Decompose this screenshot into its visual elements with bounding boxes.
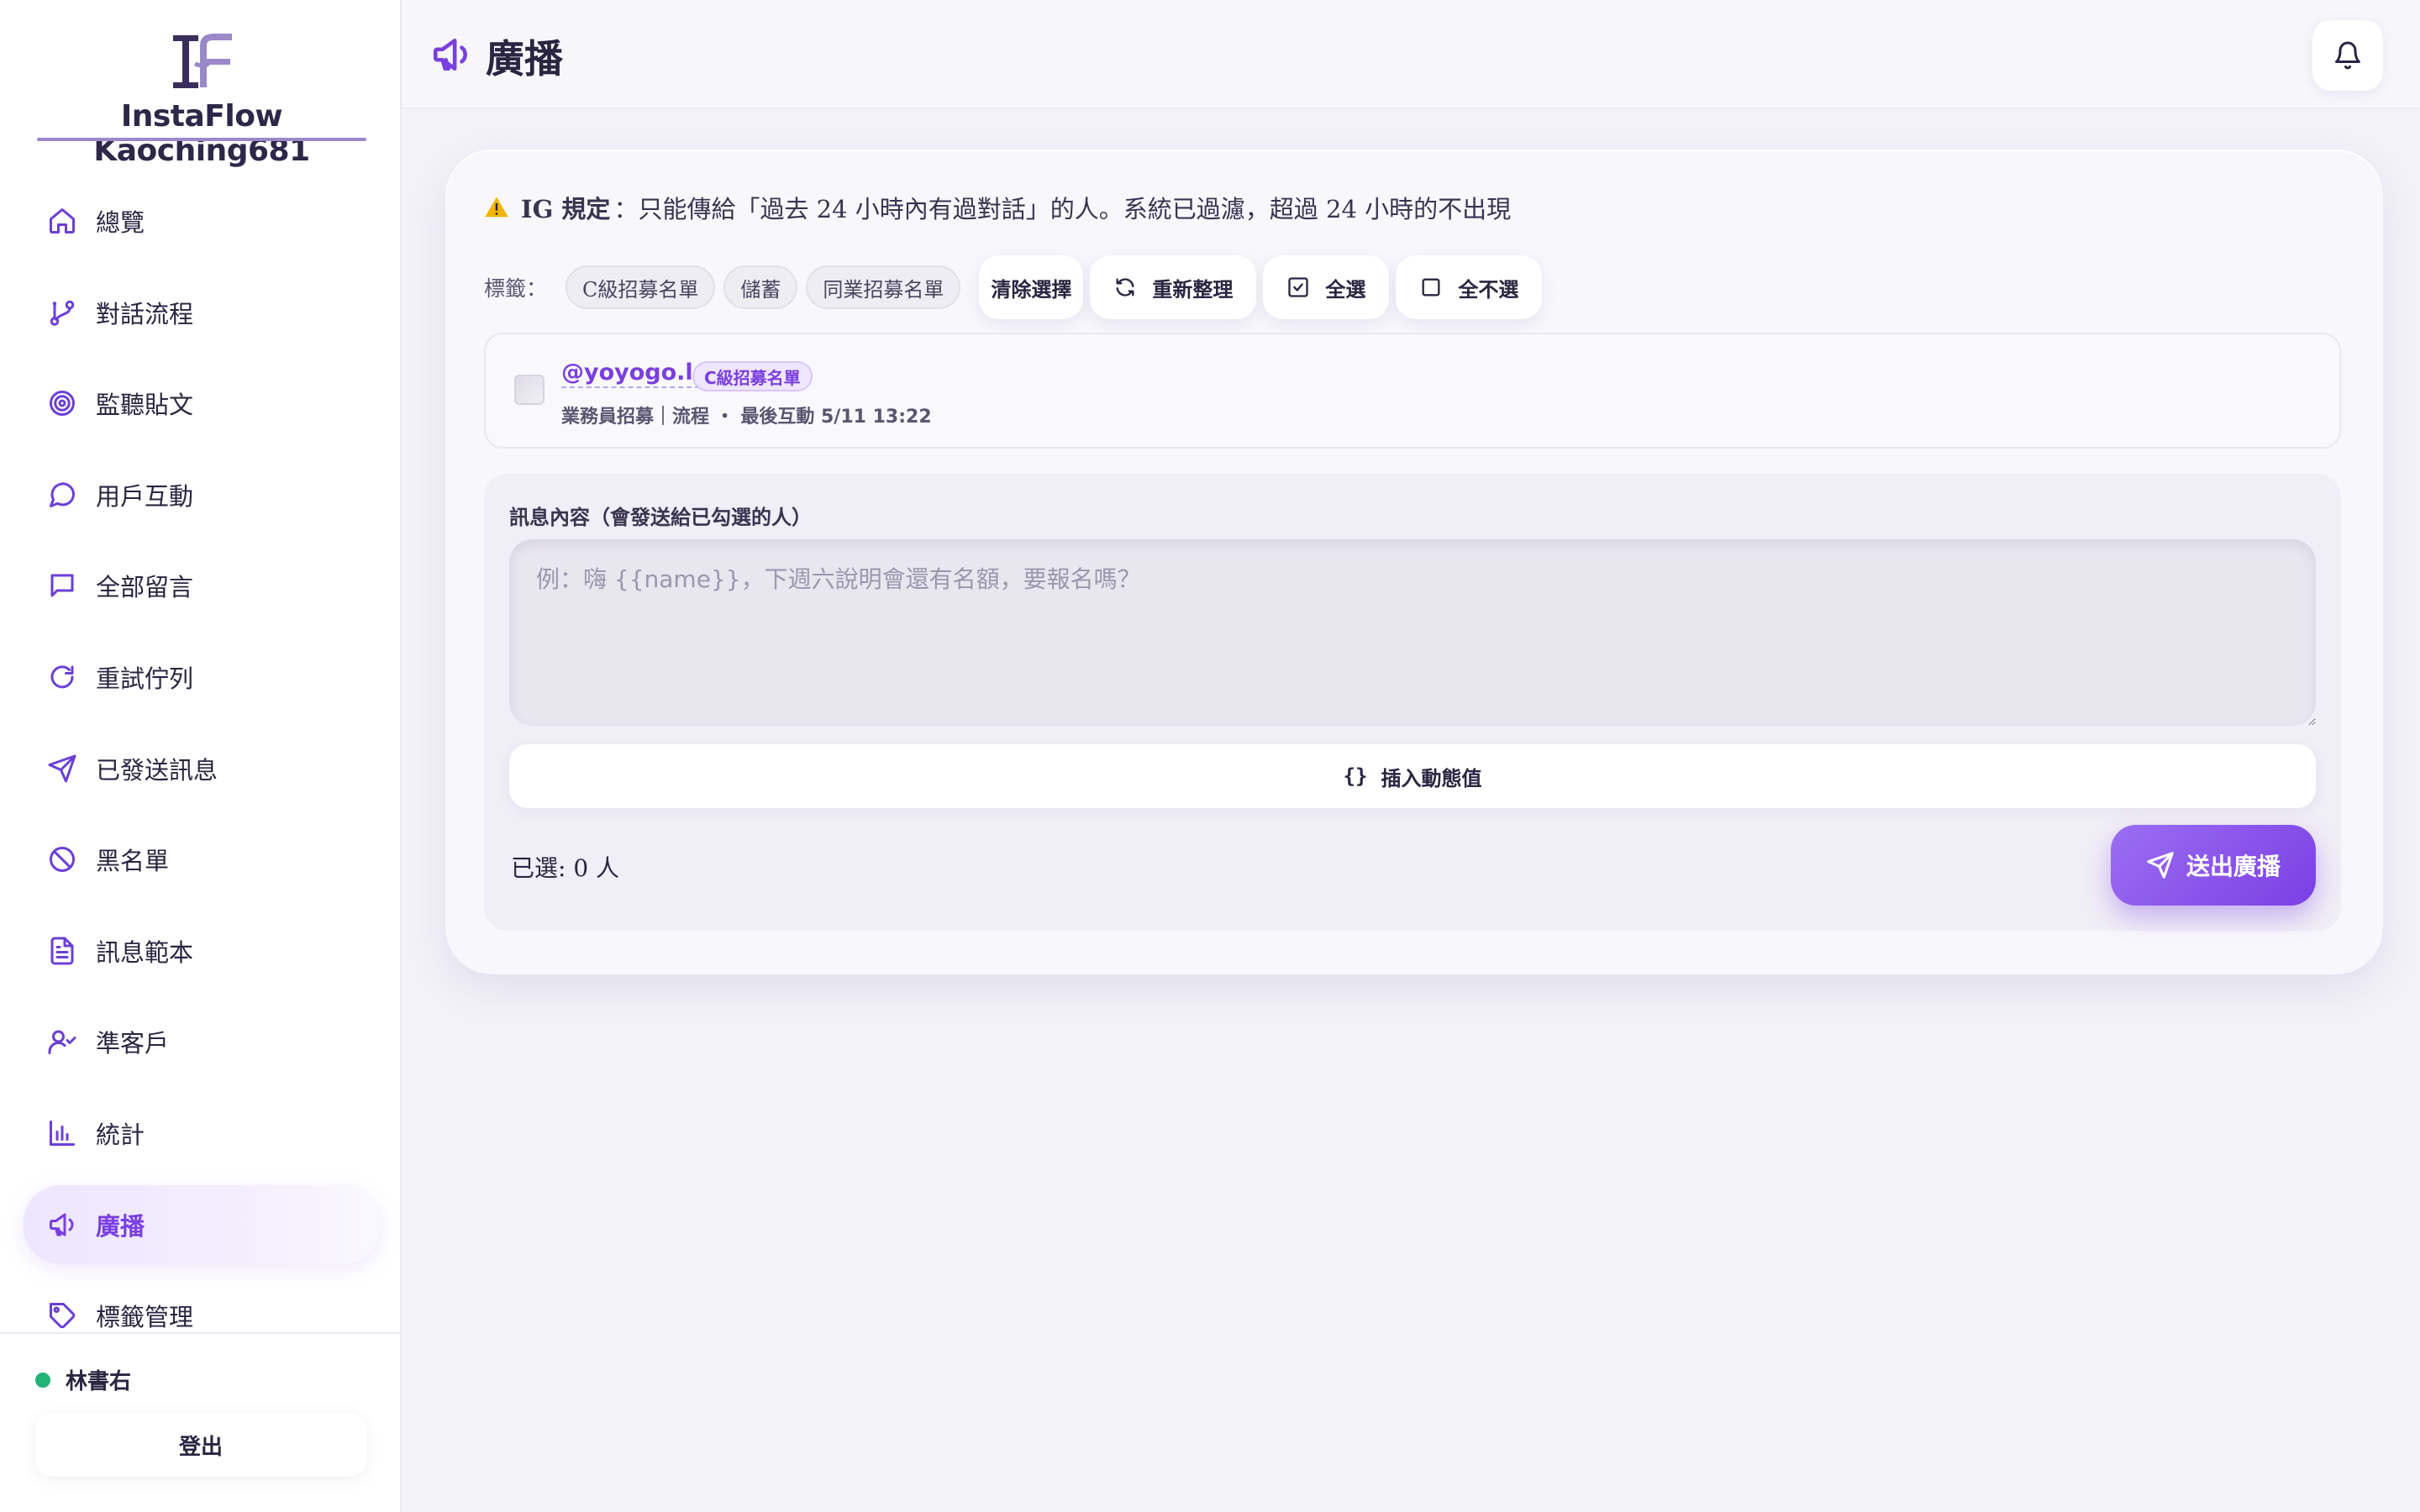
target-icon (47, 388, 77, 418)
select-none-button[interactable]: 全不選 (1396, 255, 1543, 319)
page-title: 廣播 (486, 36, 563, 81)
sidebar-item-label: 對話流程 (96, 299, 194, 328)
sidebar-item-watch-posts[interactable]: 監聽貼文 (24, 364, 380, 443)
tag-filter-bar: 標籤： C級招募名單 儲蓄 同業招募名單 清除選擇 重新整理 全選 全不選 (484, 254, 1543, 321)
sidebar-item-label: 標籤管理 (96, 1303, 194, 1332)
notice-label: IG 規定 (521, 195, 611, 223)
bar-chart-icon (47, 1118, 77, 1148)
clear-selection-button[interactable]: 清除選擇 (979, 255, 1084, 319)
sidebar-item-label: 已發送訊息 (96, 755, 218, 785)
online-status-icon (35, 1372, 50, 1388)
megaphone-icon (47, 1210, 77, 1240)
sidebar-item-label: 黑名單 (96, 847, 170, 876)
sidebar-item-label: 全部留言 (96, 573, 194, 602)
sidebar-item-retry-queue[interactable]: 重試佇列 (24, 638, 380, 717)
insert-variable-button[interactable]: {} 插入動態值 (509, 744, 2316, 808)
compose-panel: 訊息內容（會發送給已勾選的人） {} 插入動態值 已選: 0 人 送出廣播 (484, 474, 2341, 931)
logo-text: InstaFlow Kaoching681 (93, 99, 310, 168)
sidebar-item-label: 統計 (96, 1120, 145, 1149)
sidebar-item-label: 重試佇列 (96, 664, 194, 693)
braces-icon: {} (1343, 764, 1368, 788)
sidebar-item-broadcast[interactable]: 廣播 (24, 1184, 380, 1264)
select-all-button[interactable]: 全選 (1263, 255, 1390, 319)
send-icon (47, 753, 77, 784)
sidebar-item-interactions[interactable]: 用戶互動 (24, 455, 380, 534)
sidebar-item-overview[interactable]: 總覽 (24, 181, 380, 260)
sidebar-item-all-comments[interactable]: 全部留言 (24, 546, 380, 625)
message-square-icon (47, 570, 77, 601)
chat-bubble-icon (47, 480, 77, 510)
select-none-label: 全不選 (1458, 277, 1519, 302)
sidebar-item-label: 訊息範本 (96, 937, 194, 967)
ig-rule-notice: IG 規定 ：只能傳給「過去 24 小時內有過對話」的人。系統已過濾，超過 24… (484, 190, 1511, 225)
sidebar-item-label: 準客戶 (96, 1029, 170, 1058)
bell-icon (2335, 41, 2360, 70)
megaphone-icon (430, 34, 472, 76)
select-all-label: 全選 (1325, 277, 1366, 302)
sidebar-item-sent-messages[interactable]: 已發送訊息 (24, 729, 380, 808)
message-textarea[interactable] (509, 539, 2316, 726)
logo-mark-icon (173, 34, 232, 88)
notice-text: ：只能傳給「過去 24 小時內有過對話」的人。系統已過濾，超過 24 小時的不出… (613, 195, 1512, 223)
sidebar-item-statistics[interactable]: 統計 (24, 1094, 380, 1173)
tags-label: 標籤： (484, 276, 548, 301)
refresh-icon (1113, 276, 1137, 299)
broadcast-card: IG 規定 ：只能傳給「過去 24 小時內有過對話」的人。系統已過濾，超過 24… (445, 150, 2383, 974)
sidebar-item-prospects[interactable]: 準客戶 (24, 1002, 380, 1081)
sidebar-item-label: 總覽 (96, 208, 145, 237)
current-user: 林書右 (35, 1364, 131, 1395)
refresh-icon (47, 662, 77, 692)
checkbox-empty-icon (1419, 276, 1443, 299)
tag-chip[interactable]: 同業招募名單 (806, 265, 961, 309)
sidebar-item-templates[interactable]: 訊息範本 (24, 911, 380, 990)
refresh-label: 重新整理 (1152, 277, 1234, 302)
insert-variable-label: 插入動態值 (1381, 766, 1482, 790)
recipient-row[interactable]: @yoyogo.la C級招募名單 業務員招募｜流程 ・ 最後互動 5/11 1… (484, 333, 2341, 449)
sidebar-footer: 林書右 登出 (0, 1332, 400, 1512)
refresh-button[interactable]: 重新整理 (1090, 255, 1257, 319)
sidebar-nav: 總覽 對話流程 監聽貼文 用戶互動 全部留言 重試佇列 已發送訊息 黑名單 訊息… (24, 181, 380, 1368)
logo-underline (37, 138, 366, 141)
recipient-meta: 業務員招募｜流程 ・ 最後互動 5/11 13:22 (561, 407, 932, 428)
sidebar-item-label: 廣播 (96, 1211, 145, 1241)
sidebar-item-flows[interactable]: 對話流程 (24, 273, 380, 352)
top-header: 廣播 (402, 0, 2420, 109)
tag-chip[interactable]: C級招募名單 (566, 265, 716, 309)
compose-label: 訊息內容（會發送給已勾選的人） (509, 506, 812, 529)
app-logo[interactable]: InstaFlow Kaoching681 (34, 34, 370, 168)
checkbox-checked-icon (1286, 276, 1310, 299)
tag-chip[interactable]: 儲蓄 (723, 265, 798, 309)
recipient-checkbox[interactable] (514, 375, 544, 405)
sidebar-item-blacklist[interactable]: 黑名單 (24, 820, 380, 899)
selected-count: 已選: 0 人 (511, 854, 620, 882)
git-branch-icon (47, 297, 77, 328)
user-check-icon (47, 1026, 77, 1057)
notifications-button[interactable] (2312, 20, 2383, 91)
sidebar: InstaFlow Kaoching681 總覽 對話流程 監聽貼文 用戶互動 … (0, 0, 402, 1512)
user-name: 林書右 (66, 1369, 132, 1394)
send-broadcast-button[interactable]: 送出廣播 (2111, 825, 2316, 906)
tag-icon (47, 1300, 77, 1331)
send-label: 送出廣播 (2186, 853, 2281, 880)
ban-icon (47, 844, 77, 874)
recipient-handle-link[interactable]: @yoyogo.la (561, 360, 708, 388)
logout-button[interactable]: 登出 (35, 1413, 366, 1477)
send-icon (2146, 851, 2175, 879)
sidebar-item-label: 監聽貼文 (96, 391, 194, 420)
file-text-icon (47, 936, 77, 966)
warning-icon (485, 197, 508, 218)
recipient-tag-badge: C級招募名單 (692, 361, 813, 391)
sidebar-item-label: 用戶互動 (96, 481, 194, 511)
home-icon (47, 206, 77, 236)
